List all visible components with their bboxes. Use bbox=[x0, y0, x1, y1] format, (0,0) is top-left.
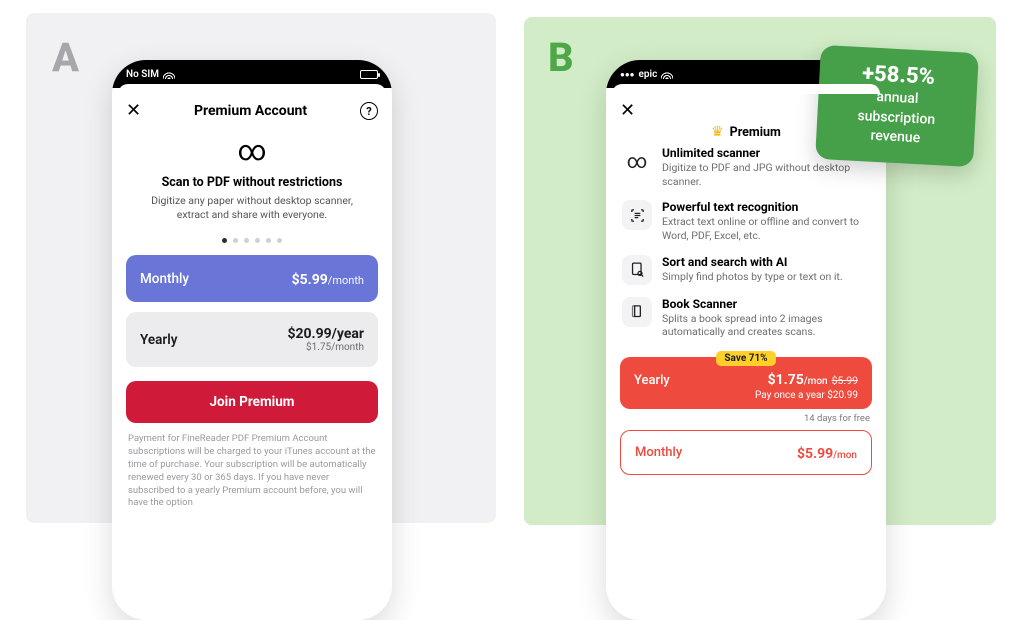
feature-row: Sort and search with AI Simply find phot… bbox=[606, 249, 886, 291]
plan-yearly-price: $1.75 bbox=[768, 372, 804, 388]
join-premium-button[interactable]: Join Premium bbox=[126, 381, 378, 423]
feature-desc: Extract text online or offline and conve… bbox=[662, 215, 870, 242]
plan-monthly-per: /mon bbox=[833, 450, 857, 461]
battery-icon bbox=[360, 70, 378, 79]
search-doc-icon bbox=[622, 255, 652, 285]
plan-monthly-name: Monthly bbox=[635, 445, 682, 460]
dot-2[interactable] bbox=[233, 238, 238, 243]
dot-5[interactable] bbox=[266, 238, 271, 243]
variant-label-b: B bbox=[548, 34, 574, 81]
pagination-dots[interactable] bbox=[112, 238, 392, 243]
dot-3[interactable] bbox=[244, 238, 249, 243]
plan-yearly-sub: $1.75/month bbox=[287, 342, 364, 353]
plan-yearly-card[interactable]: Yearly $20.99/year $1.75/month bbox=[126, 312, 378, 367]
crown-icon: ♛ bbox=[711, 124, 724, 140]
feature-desc: Simply find photos by type or text on it… bbox=[662, 270, 843, 284]
feature-headline: Scan to PDF without restrictions bbox=[112, 175, 392, 190]
plan-monthly-card[interactable]: Monthly $5.99/month bbox=[126, 255, 378, 302]
feature-description: Digitize any paper without desktop scann… bbox=[112, 194, 392, 222]
plan-yearly-price: $20.99/year bbox=[287, 326, 364, 342]
plan-yearly-name: Yearly bbox=[140, 332, 177, 348]
plan-yearly-name: Yearly bbox=[634, 373, 670, 388]
plan-yearly-strike: $5.99 bbox=[832, 374, 858, 387]
book-scanner-icon bbox=[622, 297, 652, 327]
feature-desc: Digitize to PDF and JPG without desktop … bbox=[662, 161, 870, 188]
wifi-icon bbox=[661, 70, 673, 79]
plan-monthly-price: $5.99 bbox=[797, 446, 833, 462]
feature-row: Powerful text recognition Extract text o… bbox=[606, 194, 886, 248]
phone-mockup-a: No SIM 16:45 ✕ Premium Account ? ∞ Scan … bbox=[112, 60, 392, 620]
dot-4[interactable] bbox=[255, 238, 260, 243]
plan-monthly-per: /month bbox=[328, 274, 364, 287]
infinity-icon: ∞ bbox=[622, 146, 652, 176]
plan-yearly-per: /mon bbox=[804, 376, 828, 387]
variant-label-a: A bbox=[52, 34, 79, 81]
plan-monthly-price: $5.99 bbox=[292, 272, 328, 288]
premium-label: Premium bbox=[730, 125, 781, 140]
dot-1[interactable] bbox=[222, 238, 227, 243]
fine-print: Payment for FineReader PDF Premium Accou… bbox=[128, 433, 376, 510]
close-icon[interactable]: ✕ bbox=[126, 102, 141, 120]
carrier-label: No SIM bbox=[126, 69, 159, 80]
save-badge: Save 71% bbox=[716, 351, 775, 366]
under-notch bbox=[118, 84, 386, 94]
notch bbox=[187, 60, 317, 82]
feature-title: Sort and search with AI bbox=[662, 255, 843, 269]
close-icon[interactable]: ✕ bbox=[620, 102, 635, 120]
scan-text-icon bbox=[622, 200, 652, 230]
plan-yearly-pay: Pay once a year $20.99 bbox=[755, 390, 858, 401]
infinity-icon: ∞ bbox=[112, 134, 392, 167]
page-title: Premium Account bbox=[194, 103, 307, 119]
wifi-icon bbox=[163, 70, 175, 79]
under-notch bbox=[612, 84, 880, 94]
feature-title: Powerful text recognition bbox=[662, 200, 870, 214]
help-icon[interactable]: ? bbox=[360, 102, 378, 120]
dot-6[interactable] bbox=[277, 238, 282, 243]
carrier-label: epic bbox=[639, 69, 658, 80]
feature-desc: Splits a book spread into 2 images autom… bbox=[662, 312, 870, 339]
plan-monthly-name: Monthly bbox=[140, 271, 189, 287]
feature-row: Book Scanner Splits a book spread into 2… bbox=[606, 291, 886, 345]
plan-monthly-card[interactable]: Monthly $5.99/mon bbox=[620, 430, 872, 475]
trial-note: 14 days for free bbox=[620, 413, 870, 424]
revenue-callout: +58.5% annual subscription revenue bbox=[815, 45, 979, 167]
feature-title: Book Scanner bbox=[662, 297, 870, 311]
notch bbox=[681, 60, 811, 82]
